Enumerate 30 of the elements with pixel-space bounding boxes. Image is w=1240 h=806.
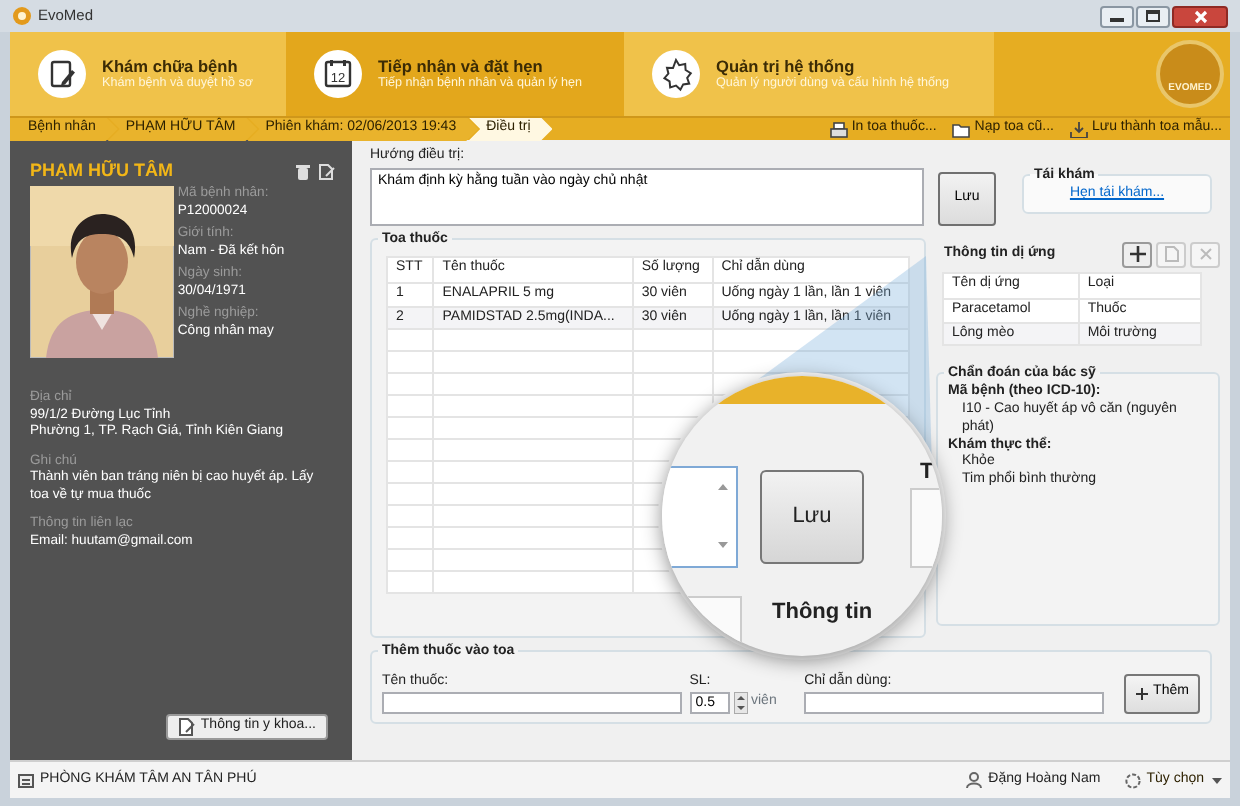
zoomed-heading: Thông tin <box>772 600 873 628</box>
plus-icon <box>1135 687 1148 700</box>
plus-icon <box>1129 246 1146 263</box>
patient-name: PHẠM HỮU TÂM <box>30 160 173 183</box>
close-icon <box>1197 246 1213 263</box>
drug-name-field[interactable] <box>382 691 682 714</box>
app-icon <box>12 6 32 26</box>
edit-icon <box>1163 246 1180 263</box>
zoomed-text-area <box>662 466 738 568</box>
close-button[interactable] <box>1172 5 1228 27</box>
minimize-button[interactable] <box>1100 5 1134 27</box>
scroll-arrows-icon <box>716 480 730 552</box>
printer-icon <box>829 121 848 137</box>
spin-buttons[interactable] <box>733 691 748 714</box>
bin-icon[interactable] <box>296 163 310 180</box>
clinic-icon <box>18 773 34 787</box>
close-icon <box>1193 9 1207 23</box>
edit-icon[interactable] <box>318 163 336 180</box>
maximize-button[interactable] <box>1136 5 1170 27</box>
notepad-icon <box>38 50 86 98</box>
caret-icon <box>1212 777 1222 783</box>
settings-icon <box>652 50 700 98</box>
user-icon <box>966 772 983 788</box>
edit-icon <box>178 718 197 736</box>
download-icon <box>1069 121 1088 137</box>
settings-icon <box>1124 771 1143 789</box>
maximize-icon <box>1146 10 1160 22</box>
add-button[interactable] <box>1122 241 1153 268</box>
zoomed-heading: T <box>920 460 934 488</box>
usage-field[interactable] <box>804 691 1105 714</box>
